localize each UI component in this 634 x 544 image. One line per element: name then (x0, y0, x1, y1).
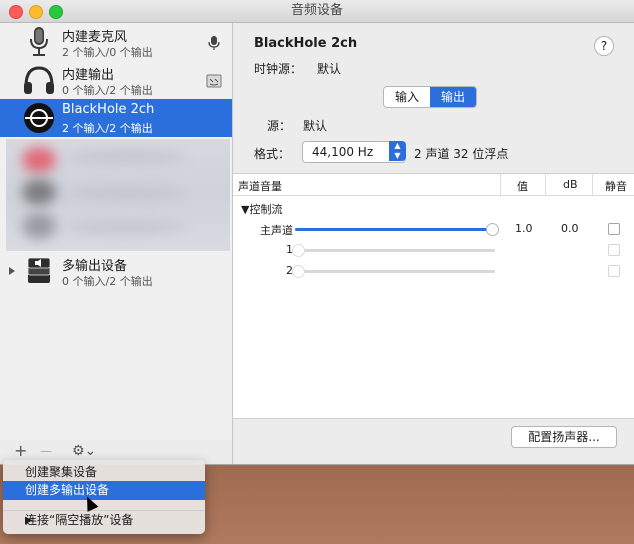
close-button[interactable] (9, 5, 23, 19)
col-mute[interactable]: 静音 (605, 178, 627, 194)
device-io-count: 2 个输入/0 个输出 (62, 46, 153, 59)
col-db[interactable]: dB (563, 178, 578, 191)
device-detail-pane: BlackHole 2ch ? 时钟源： 默认 输入 输出 源： 默认 格式： … (233, 23, 634, 464)
title-bar: 音频设备 (0, 0, 634, 23)
channel-label-master: 主声道 (260, 224, 293, 237)
blackhole-icon (24, 103, 54, 133)
mute-checkbox-1[interactable] (608, 244, 620, 256)
table-header: 声道音量 值 dB 静音 (233, 174, 634, 196)
stepper-arrows-icon: ▲ ▼ (389, 141, 406, 161)
col-value[interactable]: 值 (517, 178, 528, 194)
clock-source-label: 时钟源： (254, 62, 303, 76)
device-item-blackhole[interactable]: BlackHole 2ch 2 个输入/2 个输出 (0, 99, 232, 137)
device-item-multi-output[interactable]: 多输出设备 0 个输入/2 个输出 (0, 252, 232, 290)
remove-device-button[interactable]: — (40, 441, 52, 461)
device-item-builtin-output[interactable]: 内建输出 0 个输入/2 个输出 (0, 61, 232, 99)
device-item-builtin-mic[interactable]: 内建麦克风 2 个输入/0 个输出 (0, 23, 232, 61)
zoom-button[interactable] (49, 5, 63, 19)
finder-icon (206, 74, 222, 88)
menu-item-label: 创建多输出设备 (25, 483, 110, 497)
gear-context-menu: 创建聚集设备 创建多输出设备 连接“隔空播放”设备 ▶ (3, 460, 205, 534)
channel-label-2: 2 (286, 264, 293, 277)
window-title: 音频设备 (290, 3, 343, 18)
menu-item-label: 创建聚集设备 (25, 465, 98, 479)
volume-knob-2[interactable] (292, 265, 305, 278)
device-name: BlackHole 2ch (62, 102, 155, 117)
control-stream-group[interactable]: ▼控制流 (241, 201, 282, 217)
clock-source-value: 默认 (317, 62, 342, 76)
add-device-button[interactable]: + (14, 441, 27, 461)
io-tab-control: 输入 输出 (383, 86, 478, 108)
mic-small-icon (208, 36, 220, 50)
device-title: BlackHole 2ch (254, 36, 358, 51)
channel-label-1: 1 (286, 243, 293, 256)
menu-item-connect-airplay[interactable]: 连接“隔空播放”设备 ▶ (3, 511, 205, 530)
device-io-count: 2 个输入/2 个输出 (62, 122, 153, 135)
menu-item-create-aggregate[interactable]: 创建聚集设备 (3, 463, 205, 482)
source-value: 默认 (303, 119, 328, 133)
volume-slider-2[interactable] (295, 270, 495, 273)
value-cell: 1.0 (515, 222, 533, 235)
device-name: 内建麦克风 (62, 30, 128, 45)
device-io-count: 0 个输入/2 个输出 (62, 275, 153, 288)
db-cell: 0.0 (561, 222, 579, 235)
source-label: 源： (267, 119, 292, 133)
format-description: 2 声道 32 位浮点 (414, 147, 509, 161)
volume-knob-master[interactable] (486, 223, 499, 236)
menu-item-create-multi-output[interactable]: 创建多输出设备 (3, 481, 205, 500)
audio-devices-window: 音频设备 内建麦克风 2 个输入/0 个输出 内建输出 0 个输入/2 个输出 … (0, 0, 634, 465)
volume-slider-1[interactable] (295, 249, 495, 252)
format-value: 44,100 Hz (312, 145, 374, 159)
mute-checkbox-master[interactable] (608, 223, 620, 235)
volume-knob-1[interactable] (292, 244, 305, 257)
channel-volume-table: 声道音量 值 dB 静音 ▼控制流 主声道 1.0 0.0 1 2 (233, 173, 634, 419)
device-io-count: 0 个输入/2 个输出 (62, 84, 153, 97)
col-channel-volume[interactable]: 声道音量 (238, 178, 282, 194)
device-list: 内建麦克风 2 个输入/0 个输出 内建输出 0 个输入/2 个输出 Black… (0, 23, 233, 440)
submenu-arrow-icon: ▶ (25, 515, 33, 526)
format-select[interactable]: 44,100 Hz ▲ ▼ (302, 141, 406, 163)
mute-checkbox-2[interactable] (608, 265, 620, 277)
multi-output-icon (27, 257, 51, 283)
device-name: 多输出设备 (62, 259, 128, 274)
volume-slider-master-fill (295, 228, 495, 231)
headphones-icon (24, 66, 54, 94)
microphone-icon (30, 27, 48, 56)
configure-speakers-button[interactable]: 配置扬声器... (511, 426, 617, 448)
gear-menu-button[interactable]: ⚙︎⌄ (72, 441, 96, 461)
device-name: 内建输出 (62, 68, 115, 83)
redacted-devices (6, 139, 230, 251)
tab-input[interactable]: 输入 (384, 87, 430, 107)
help-button[interactable]: ? (594, 36, 614, 56)
format-label: 格式： (254, 147, 291, 161)
tab-output[interactable]: 输出 (430, 87, 477, 107)
minimize-button[interactable] (29, 5, 43, 19)
